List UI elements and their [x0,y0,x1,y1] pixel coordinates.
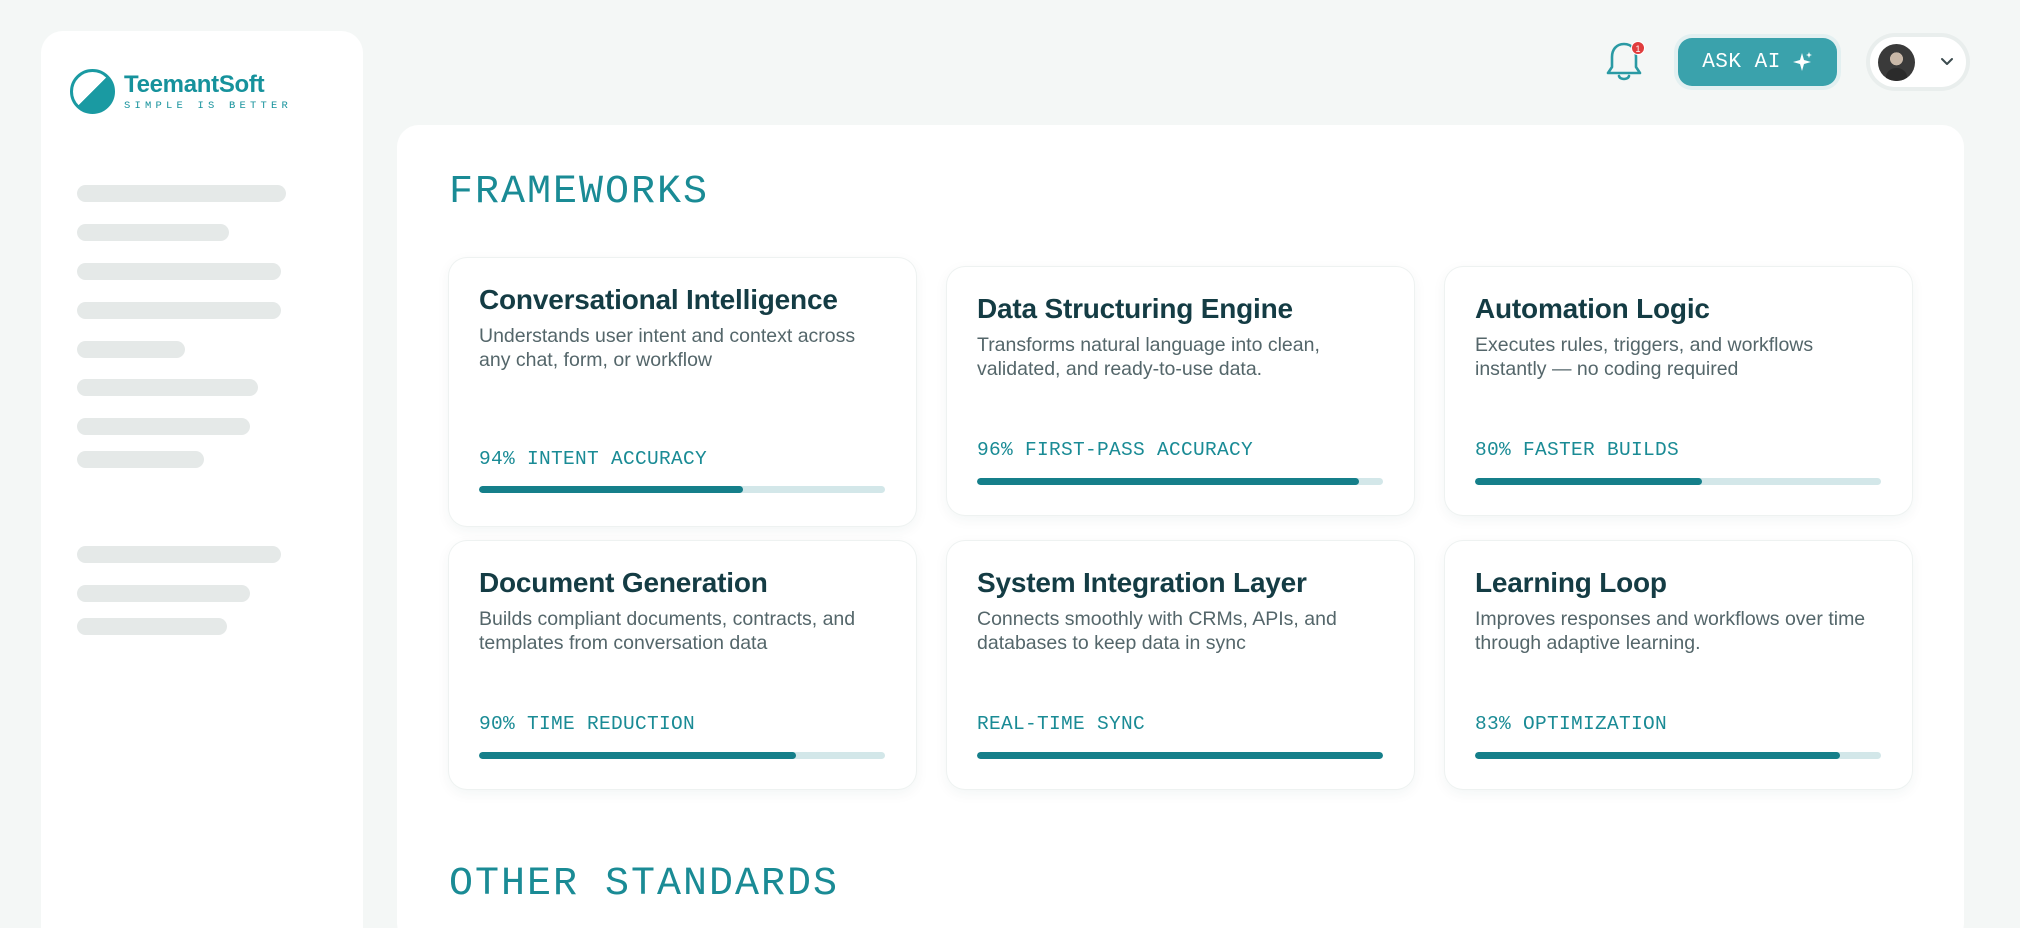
card-title: Document Generation [479,567,768,598]
notification-badge: 1 [1631,41,1645,55]
framework-card[interactable]: Learning Loop Improves responses and wor… [1445,541,1912,789]
sidebar-item-placeholder[interactable] [77,341,185,358]
framework-card[interactable]: Data Structuring Engine Transforms natur… [947,267,1414,515]
card-description: Connects smoothly with CRMs, APIs, and d… [977,608,1337,654]
ask-ai-button[interactable]: ASK AI [1678,38,1837,86]
card-description: Builds compliant documents, contracts, a… [479,608,856,654]
progress-track [977,478,1383,485]
card-description: Transforms natural language into clean, … [977,334,1320,380]
sidebar-item-placeholder[interactable] [77,546,281,563]
card-title: Learning Loop [1475,567,1667,598]
sidebar-item-placeholder[interactable] [77,618,227,635]
progress-track [1475,752,1881,759]
progress-fill [1475,478,1703,485]
framework-card[interactable]: Conversational Intelligence Understands … [449,258,916,526]
card-title: Conversational Intelligence [479,284,838,315]
card-metric: REAL-TIME SYNC [977,713,1146,735]
notifications-button[interactable]: 1 [1604,38,1645,84]
card-metric: 83% OPTIMIZATION [1475,713,1668,735]
sidebar-item-placeholder[interactable] [77,185,286,202]
card-description: Improves responses and workflows over ti… [1475,608,1866,654]
main-panel: FRAMEWORKS Conversational Intelligence U… [397,125,1964,928]
sidebar-item-placeholder[interactable] [77,451,204,468]
progress-fill [977,478,1359,485]
sidebar-item-placeholder[interactable] [77,263,281,280]
brand-name: TeemantSoft [124,70,265,98]
card-description: Understands user intent and context acro… [479,325,856,371]
framework-card[interactable]: Automation Logic Executes rules, trigger… [1445,267,1912,515]
sidebar-item-placeholder[interactable] [77,302,281,319]
card-metric: 94% INTENT ACCURACY [479,448,708,470]
card-metric: 90% TIME REDUCTION [479,713,696,735]
framework-card[interactable]: System Integration Layer Connects smooth… [947,541,1414,789]
framework-card[interactable]: Document Generation Builds compliant doc… [449,541,916,789]
card-title: Data Structuring Engine [977,293,1293,324]
sidebar-item-placeholder[interactable] [77,418,250,435]
ask-ai-label: ASK AI [1702,50,1781,74]
logo-mark-icon [70,69,115,114]
sidebar: TeemantSoft SIMPLE IS BETTER [41,31,363,928]
avatar [1878,44,1915,81]
brand-tagline: SIMPLE IS BETTER [124,99,293,112]
card-metric: 80% FASTER BUILDS [1475,439,1680,461]
chevron-down-icon [1941,58,1953,65]
progress-track [479,752,885,759]
brand-logo[interactable]: TeemantSoft SIMPLE IS BETTER [70,69,292,114]
sidebar-item-placeholder[interactable] [77,379,258,396]
progress-fill [479,752,796,759]
frameworks-heading: FRAMEWORKS [449,170,710,215]
sidebar-item-placeholder[interactable] [77,224,229,241]
card-description: Executes rules, triggers, and workflows … [1475,334,1814,380]
sparkle-icon [1792,52,1812,71]
progress-track [977,752,1383,759]
card-metric: 96% FIRST-PASS ACCURACY [977,439,1254,461]
progress-fill [977,752,1383,759]
sidebar-item-placeholder[interactable] [77,585,250,602]
profile-menu[interactable] [1870,37,1966,87]
progress-fill [479,486,743,493]
other-standards-heading: OTHER STANDARDS [449,862,840,907]
progress-track [479,486,885,493]
progress-fill [1475,752,1841,759]
card-title: System Integration Layer [977,567,1307,598]
progress-track [1475,478,1881,485]
card-title: Automation Logic [1475,293,1710,324]
